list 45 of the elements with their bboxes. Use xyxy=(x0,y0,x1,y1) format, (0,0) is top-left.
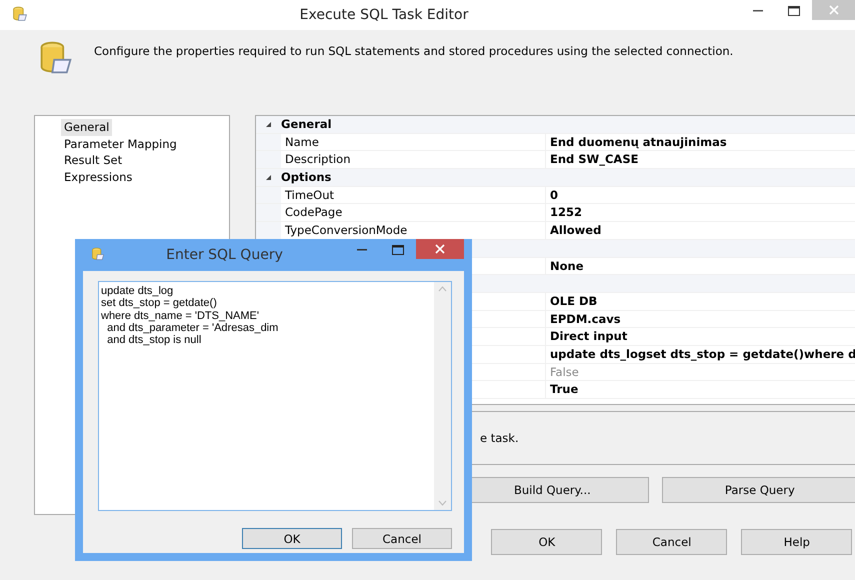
page-list-item[interactable]: Parameter Mapping xyxy=(61,136,180,152)
property-value[interactable]: 0 xyxy=(546,186,855,204)
dialog-button[interactable]: Help xyxy=(741,529,852,555)
minimize-icon xyxy=(753,10,763,12)
close-icon xyxy=(828,5,838,15)
app-icon xyxy=(12,6,28,22)
category-label: General xyxy=(281,116,332,133)
query-icon xyxy=(91,246,105,260)
dialog-title: Enter SQL Query xyxy=(165,247,284,263)
sql-query-field[interactable]: update dts_log set dts_stop = getdate() where dts_name = 'DTS_NAME' and dts_parameter = 'Adresas_dim and dts_stop is null xyxy=(98,281,452,511)
query-button[interactable]: Parse Query xyxy=(662,477,855,503)
window-title: Execute SQL Task Editor xyxy=(298,7,470,23)
property-name: Name xyxy=(281,134,546,150)
collapse-triangle-icon[interactable] xyxy=(265,120,272,128)
property-value[interactable]: EPDM.cavs xyxy=(546,310,855,328)
property-value[interactable]: OLE DB xyxy=(546,292,855,310)
close-button[interactable] xyxy=(416,239,464,259)
property-value[interactable]: Allowed xyxy=(546,222,855,239)
minimize-icon xyxy=(357,249,367,251)
property-value[interactable]: True xyxy=(546,381,855,398)
page-list-item[interactable]: Result Set xyxy=(61,152,126,168)
page-list-item[interactable]: General xyxy=(61,119,112,136)
property-name: Description xyxy=(281,151,546,168)
property-value[interactable]: 1252 xyxy=(546,204,855,222)
dialog-button[interactable]: OK xyxy=(242,528,342,549)
dialog-button[interactable]: OK xyxy=(491,529,602,555)
property-value[interactable]: End duomenų atnaujinimas xyxy=(546,134,855,150)
maximize-icon xyxy=(788,6,800,16)
database-script-icon xyxy=(38,40,74,76)
page-list-item[interactable]: Expressions xyxy=(61,168,136,185)
property-value[interactable]: End SW_CASE xyxy=(546,151,855,168)
description-text: e task. xyxy=(480,431,519,445)
scroll-up-icon[interactable] xyxy=(438,286,447,292)
close-icon xyxy=(435,244,445,254)
scroll-down-icon[interactable] xyxy=(438,500,447,506)
property-value[interactable]: Direct input xyxy=(546,328,855,345)
property-name: TimeOut xyxy=(281,186,546,204)
property-name: CodePage xyxy=(281,204,546,222)
maximize-icon xyxy=(392,245,404,255)
property-value[interactable]: None xyxy=(546,258,855,274)
dialog-button[interactable]: Cancel xyxy=(616,529,728,555)
category-label: Options xyxy=(281,169,332,186)
collapse-triangle-icon[interactable] xyxy=(265,174,272,181)
dialog-button[interactable]: Cancel xyxy=(352,528,452,549)
header-description: Configure the properties required to run SQL statements and stored procedures using the selected connection. xyxy=(94,43,734,58)
